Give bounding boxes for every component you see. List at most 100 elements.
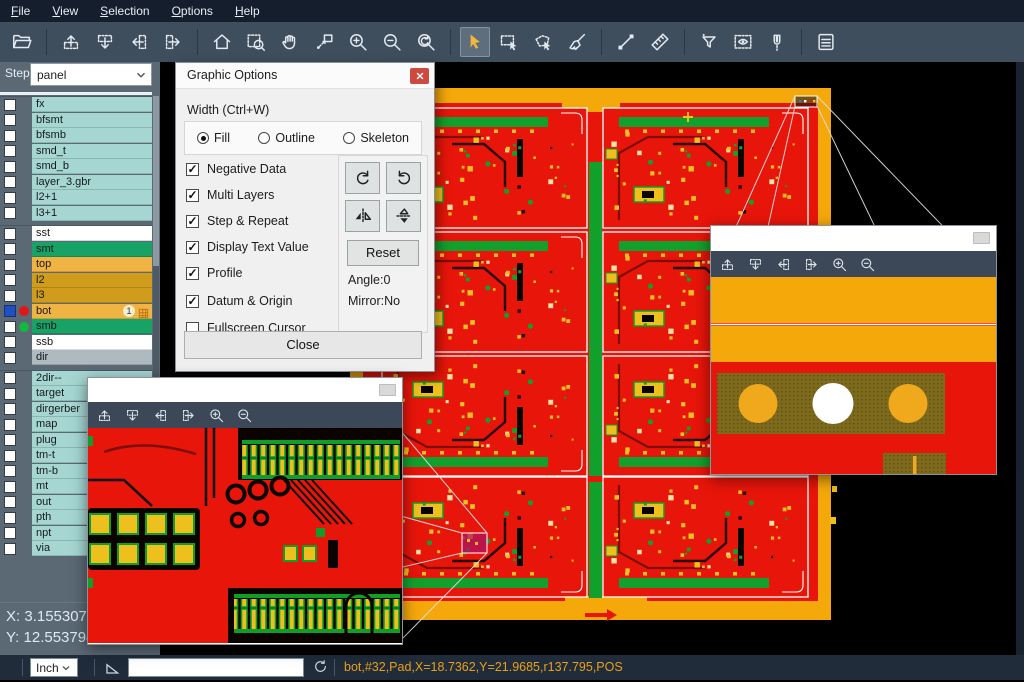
menu-selection[interactable]: Selection [89,0,160,22]
magnifier-shift-down-button[interactable] [123,406,141,424]
tool-zoom-out-button[interactable] [377,27,407,57]
layer-row-top[interactable]: top [0,257,152,273]
magnifier-shift-left-button[interactable] [151,406,169,424]
layer-grid-button[interactable] [138,306,149,317]
layer-name[interactable]: smd_b [32,159,152,174]
magnifier-shift-up-button[interactable] [95,406,113,424]
layer-checkbox[interactable] [4,228,16,240]
magnifier-shift-up-button[interactable] [718,255,736,273]
layer-active-indicator[interactable] [19,322,29,332]
layer-name[interactable]: ssb [32,335,152,350]
layer-checkbox[interactable] [4,403,16,415]
layer-active-indicator[interactable] [19,306,29,316]
magnifier-view-bottom[interactable] [88,428,402,643]
layer-row-l3+1[interactable]: l3+1 [0,206,152,222]
layer-name[interactable]: bfsmt [32,113,152,128]
layer-name[interactable]: l3 [32,288,152,303]
reset-button[interactable]: Reset [347,240,419,266]
layer-name[interactable]: smd_t [32,144,152,159]
unit-select[interactable]: Inch [30,658,78,677]
layer-checkbox[interactable] [4,192,16,204]
tool-report-button[interactable] [811,27,841,57]
layer-checkbox[interactable] [4,321,16,333]
tool-shift-down-button[interactable] [90,27,120,57]
tool-ruler-button[interactable] [645,27,675,57]
layer-row-bfsmb[interactable]: bfsmb [0,128,152,144]
layer-checkbox[interactable] [4,290,16,302]
layer-row-smb[interactable]: smb [0,319,152,335]
snap-angle-icon[interactable] [103,658,122,677]
tool-home-button[interactable] [207,27,237,57]
magnifier-view-top[interactable] [711,277,996,474]
layer-checkbox[interactable] [4,512,16,524]
radio-icon[interactable] [197,132,209,144]
checkbox-icon[interactable] [186,189,199,202]
layer-checkbox[interactable] [4,259,16,271]
flip-vertical-button[interactable] [386,200,421,232]
tool-select-poly-button[interactable] [528,27,558,57]
checkbox-icon[interactable] [186,267,199,280]
magnifier-titlebar[interactable] [711,226,996,251]
layer-row-ssb[interactable]: ssb [0,335,152,351]
layer-checkbox[interactable] [4,161,16,173]
layer-name[interactable]: l2 [32,273,152,288]
layer-checkbox[interactable] [4,99,16,111]
radio-icon[interactable] [343,132,355,144]
zoom-source-bottom[interactable] [462,533,487,553]
tool-zoom-window-button[interactable] [241,27,271,57]
magnifier-zoom-out-button[interactable] [235,406,253,424]
command-input[interactable] [128,658,304,677]
magnifier-shift-right-button[interactable] [802,255,820,273]
sidebar-scrollbar-thumb[interactable] [153,96,159,266]
layer-checkbox[interactable] [4,145,16,157]
layer-row-smd_b[interactable]: smd_b [0,159,152,175]
tool-shift-left-button[interactable] [124,27,154,57]
layer-checkbox[interactable] [4,527,16,539]
option-datum-origin[interactable]: Datum & Origin [186,293,292,309]
layer-row-bfsmt[interactable]: bfsmt [0,113,152,129]
tool-zoom-in-button[interactable] [343,27,373,57]
layer-row-l2+1[interactable]: l2+1 [0,190,152,206]
close-button[interactable]: Close [184,331,422,359]
menu-options[interactable]: Options [161,0,224,22]
layer-checkbox[interactable] [4,465,16,477]
radio-icon[interactable] [258,132,270,144]
menu-view[interactable]: View [41,0,89,22]
magnifier-titlebar-button[interactable] [973,232,990,244]
tool-vertex-move-button[interactable] [309,27,339,57]
layer-checkbox[interactable] [4,207,16,219]
layer-row-sst[interactable]: sst [0,226,152,242]
magnifier-shift-right-button[interactable] [179,406,197,424]
layer-row-smd_t[interactable]: smd_t [0,144,152,160]
flip-horizontal-button[interactable] [345,200,380,232]
rotate-ccw-button[interactable] [386,162,421,194]
menu-help[interactable]: Help [224,0,271,22]
layer-checkbox[interactable] [4,243,16,255]
magnifier-zoom-in-button[interactable] [207,406,225,424]
layer-name[interactable]: top [32,257,152,272]
option-step-repeat[interactable]: Step & Repeat [186,213,288,229]
tool-zoom-previous-button[interactable] [411,27,441,57]
layer-row-smt[interactable]: smt [0,242,152,258]
tool-select-button[interactable] [460,27,490,57]
tool-shift-right-button[interactable] [158,27,188,57]
magnifier-zoom-in-button[interactable] [830,255,848,273]
rotate-cw-button[interactable] [345,162,380,194]
radio-outline[interactable]: Outline [258,131,315,145]
layer-checkbox[interactable] [4,176,16,188]
layer-row-l2[interactable]: l2 [0,273,152,289]
refresh-icon[interactable] [312,658,331,677]
layer-checkbox[interactable] [4,388,16,400]
tool-filter-button[interactable] [694,27,724,57]
magnifier-titlebar[interactable] [88,378,402,402]
menu-file[interactable]: File [0,0,41,22]
layer-name[interactable]: fx [32,97,152,112]
checkbox-icon[interactable] [186,295,199,308]
layer-row-fx[interactable]: fx [0,97,152,113]
tool-clean-button[interactable] [562,27,592,57]
layer-checkbox[interactable] [4,419,16,431]
layer-name[interactable]: smb [32,319,152,334]
checkbox-icon[interactable] [186,241,199,254]
layer-name[interactable]: layer_3.gbr [32,175,152,190]
dialog-close-button[interactable] [410,68,429,84]
